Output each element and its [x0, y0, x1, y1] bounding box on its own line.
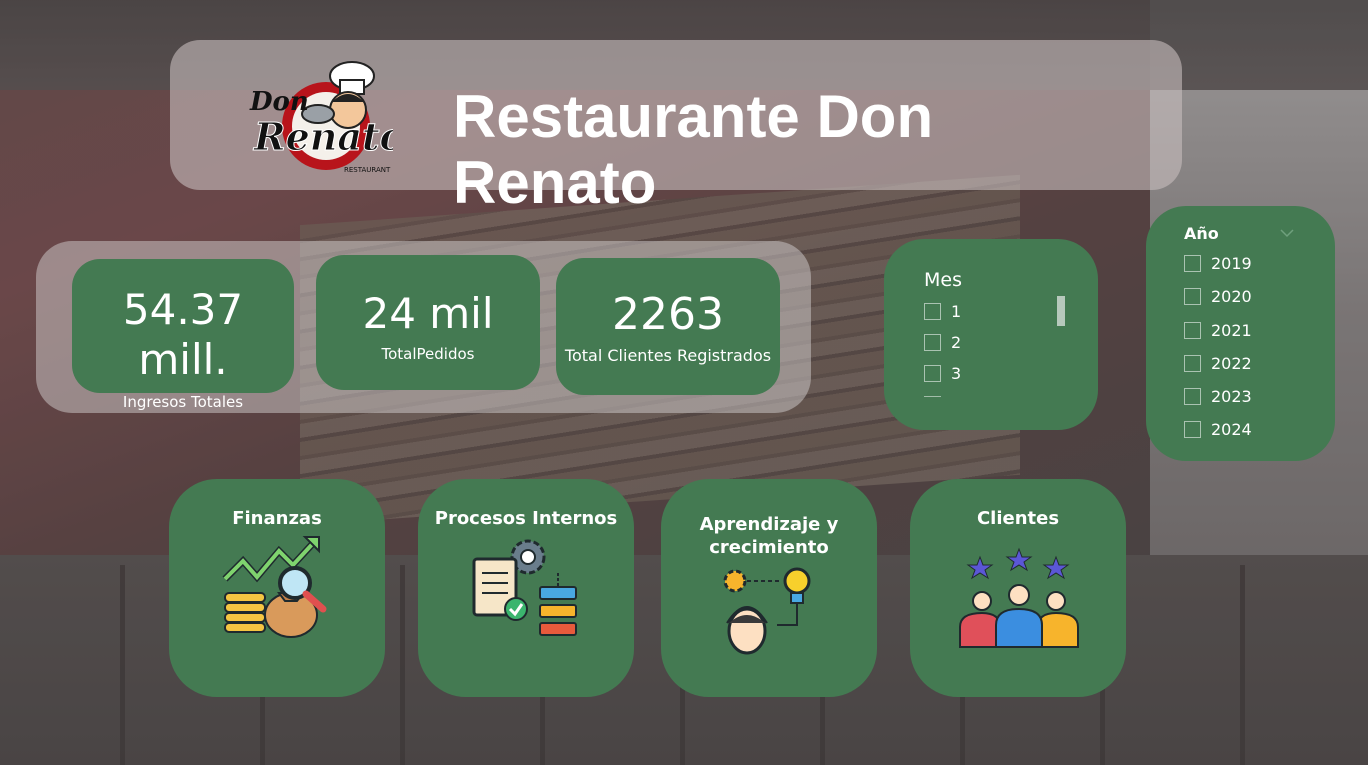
logo-text-main: Renato: [253, 114, 393, 159]
anio-slicer[interactable]: Año 2019 2020 2021 2022 2023 2024: [1146, 206, 1335, 461]
checkbox[interactable]: [1184, 322, 1201, 339]
mes-scrollbar[interactable]: [1057, 296, 1065, 326]
checkbox[interactable]: [1184, 421, 1201, 438]
process-icon: [472, 539, 577, 636]
anio-option[interactable]: 2024: [1184, 420, 1252, 439]
mes-option[interactable]: 1: [924, 302, 961, 321]
don-renato-logo: Don Renato RESTAURANT: [249, 61, 393, 174]
anio-option[interactable]: 2022: [1184, 354, 1252, 373]
nav-label: Procesos Internos: [434, 508, 618, 529]
checkbox[interactable]: [1184, 355, 1201, 372]
kpi-value: 24 mil: [362, 289, 494, 338]
mes-option[interactable]: 3: [924, 364, 961, 383]
learning-icon: [723, 567, 811, 655]
logo-text-top: Don: [249, 87, 309, 117]
chevron-down-icon[interactable]: [1280, 228, 1294, 238]
anio-slicer-title: Año: [1184, 224, 1219, 243]
kpi-label: TotalPedidos: [381, 345, 475, 363]
nav-label: Clientes: [976, 508, 1060, 529]
nav-button-finanzas[interactable]: Finanzas: [169, 479, 385, 697]
logo-text-sub: RESTAURANT: [344, 166, 391, 174]
finance-icon: [222, 536, 327, 638]
mes-slicer-title: Mes: [924, 269, 962, 291]
mes-option-partial: [924, 396, 941, 399]
header-banner: Don Renato RESTAURANT Restaurante Don Re…: [170, 40, 1182, 216]
nav-button-procesos[interactable]: Procesos Internos: [418, 479, 634, 697]
kpi-label: Total Clientes Registrados: [564, 346, 772, 365]
checkbox[interactable]: [924, 334, 941, 351]
mes-option[interactable]: 2: [924, 333, 961, 352]
anio-option[interactable]: 2019: [1184, 254, 1252, 273]
checkbox[interactable]: [1184, 288, 1201, 305]
checkbox[interactable]: [1184, 255, 1201, 272]
nav-label: Finanzas: [232, 508, 322, 529]
anio-option[interactable]: 2023: [1184, 387, 1252, 406]
nav-button-clientes[interactable]: Clientes: [910, 479, 1126, 697]
kpi-card-ingresos: 54.37 mill. Ingresos Totales: [72, 259, 294, 411]
clients-icon: [959, 547, 1079, 648]
checkbox[interactable]: [924, 303, 941, 320]
nav-button-aprendizaje[interactable]: Aprendizaje y crecimiento: [661, 479, 877, 697]
page-title: Restaurante Don Renato: [453, 83, 934, 216]
checkbox[interactable]: [1184, 388, 1201, 405]
anio-option[interactable]: 2020: [1184, 287, 1252, 306]
kpi-card-pedidos: 24 mil TotalPedidos: [316, 255, 540, 390]
nav-label: Aprendizaje y crecimiento: [699, 514, 839, 558]
kpi-label: Ingresos Totales: [122, 393, 244, 411]
kpi-value: 54.37 mill.: [122, 285, 244, 384]
mes-slicer[interactable]: Mes 1 2 3: [884, 239, 1098, 430]
kpi-value: 2263: [612, 289, 724, 340]
anio-option[interactable]: 2021: [1184, 321, 1252, 340]
checkbox[interactable]: [924, 365, 941, 382]
kpi-card-clientes: 2263 Total Clientes Registrados: [556, 258, 780, 395]
